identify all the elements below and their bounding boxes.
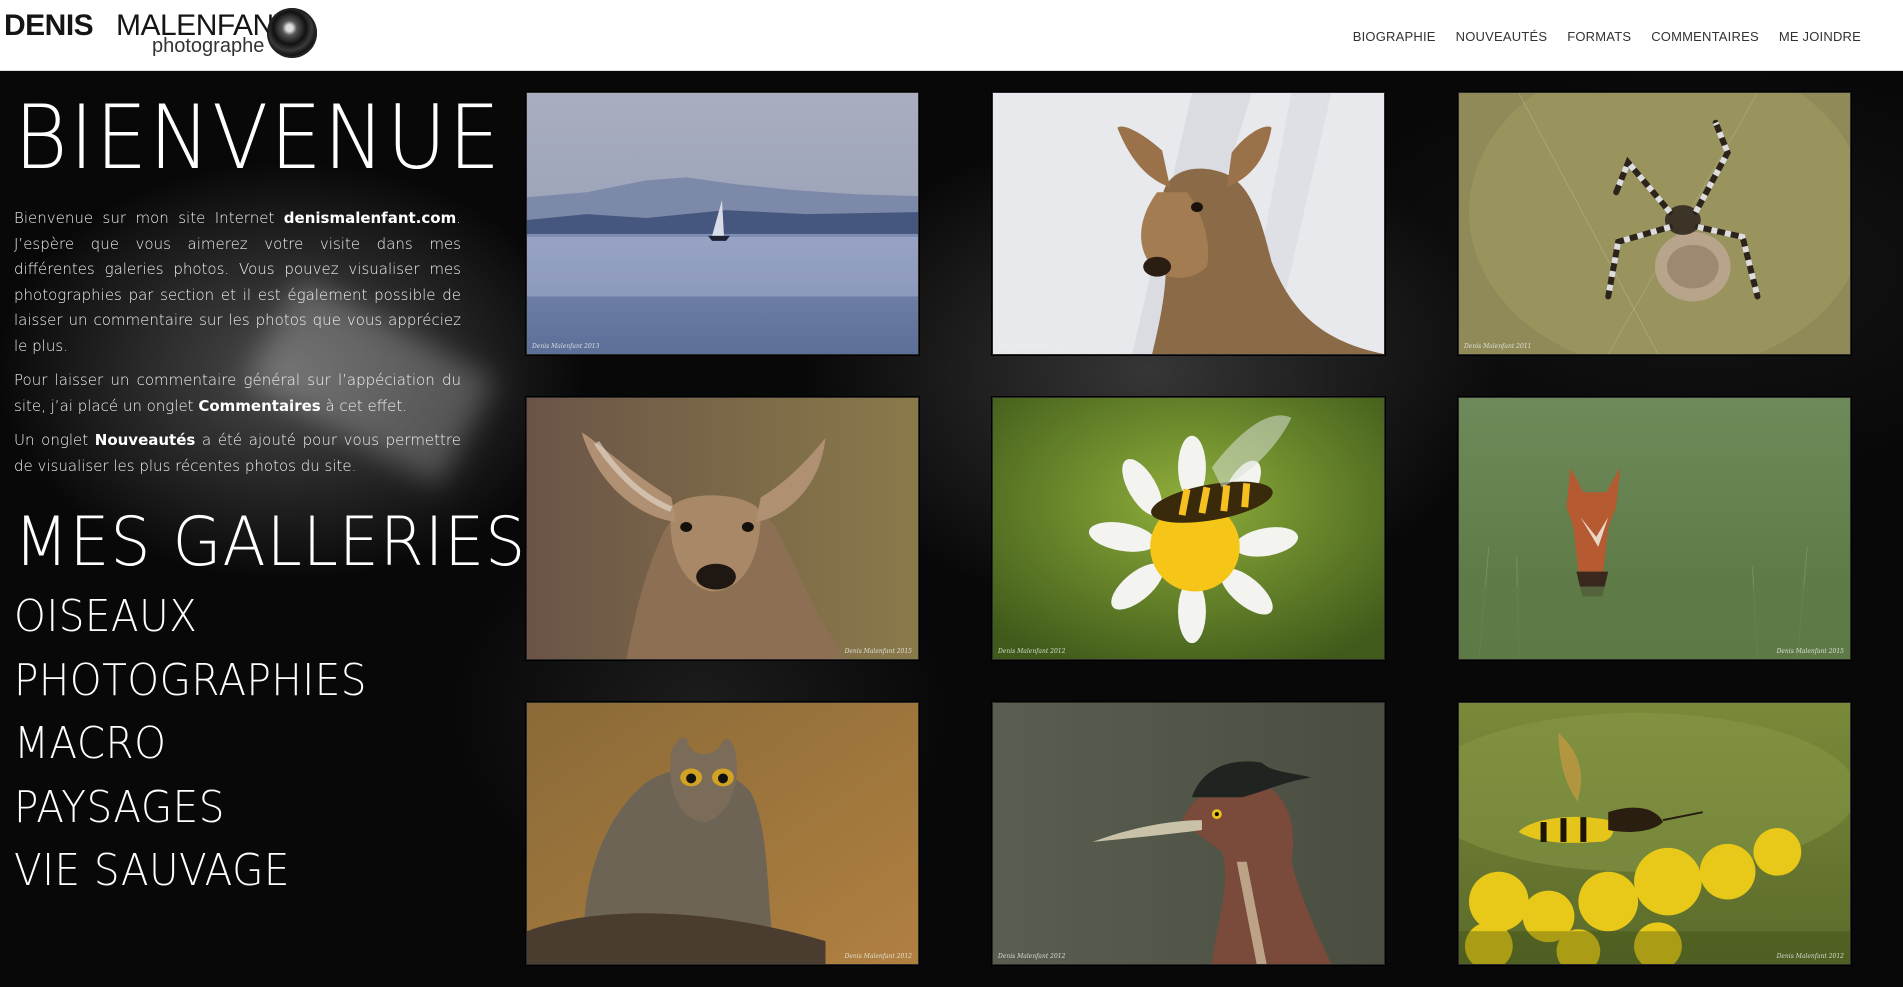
sailboat-image (527, 93, 918, 354)
gallery-link-photographies[interactable]: PHOTOGRAPHIES (14, 649, 425, 713)
logo-subtitle: photographe (152, 35, 265, 57)
photo-deer[interactable]: Denis Malenfant 2015 (525, 396, 920, 661)
gallery-link-oiseaux[interactable]: OISEAUX (14, 585, 425, 649)
nav-commentaires[interactable]: COMMENTAIRES (1651, 29, 1759, 44)
photo-signature: Denis Malenfant 2011 (1464, 343, 1532, 350)
galleries-title: MES GALLERIES (14, 503, 527, 582)
intro-text: Un onglet (14, 431, 95, 449)
photo-signature: Denis Malenfant 2015 (844, 648, 912, 655)
camera-lens-icon (267, 8, 317, 58)
photo-hoverfly-daisy[interactable]: Denis Malenfant 2012 (991, 396, 1386, 661)
photo-signature: Denis Malenfant 2012 (998, 953, 1066, 960)
intro-text: Bienvenue sur mon site Internet (14, 209, 284, 227)
spider-image (1459, 93, 1850, 354)
intro-paragraph-3: Un onglet Nouveautés a été ajouté pour v… (14, 428, 461, 479)
welcome-section: BIENVENUE Bienvenue sur mon site Interne… (14, 86, 527, 903)
commentaires-link[interactable]: Commentaires (198, 397, 320, 415)
welcome-text: Bienvenue sur mon site Internet denismal… (14, 206, 461, 479)
photo-signature: Denis Malenfant 2015 (1776, 648, 1844, 655)
owl-image (527, 703, 918, 964)
photo-signature: Denis Malenfant 2013 (532, 343, 600, 350)
welcome-title: BIENVENUE (14, 86, 502, 189)
wasp-image (1459, 703, 1850, 964)
photo-sailboat-lake[interactable]: Denis Malenfant 2013 (525, 91, 920, 356)
fox-image (1459, 398, 1850, 659)
photo-signature: Denis Malenfant 2016 (998, 343, 1066, 350)
photo-signature: Denis Malenfant 2012 (998, 648, 1066, 655)
site-header: DENIS MALENFANT photographe BIOGRAPHIE N… (0, 0, 1903, 71)
intro-paragraph-2: Pour laisser un commentaire général sur … (14, 368, 461, 419)
nav-nouveautes[interactable]: NOUVEAUTÉS (1456, 29, 1548, 44)
photo-green-heron[interactable]: Denis Malenfant 2012 (991, 701, 1386, 966)
photo-signature: Denis Malenfant 2012 (1776, 953, 1844, 960)
site-name: denismalenfant.com (283, 209, 457, 227)
site-logo[interactable]: DENIS MALENFANT photographe (4, 8, 324, 62)
main-nav: BIOGRAPHIE NOUVEAUTÉS FORMATS COMMENTAIR… (1333, 29, 1861, 44)
photo-fox[interactable]: Denis Malenfant 2015 (1457, 396, 1852, 661)
photo-fawn[interactable]: Denis Malenfant 2016 (991, 91, 1386, 356)
photo-spider[interactable]: Denis Malenfant 2011 (1457, 91, 1852, 356)
hoverfly-image (993, 398, 1384, 659)
gallery-link-vie-sauvage[interactable]: VIE SAUVAGE (14, 839, 425, 903)
photo-signature: Denis Malenfant 2012 (844, 953, 912, 960)
nouveautes-link[interactable]: Nouveautés (95, 431, 196, 449)
photo-wasp-goldenrod[interactable]: Denis Malenfant 2012 (1457, 701, 1852, 966)
logo-name-bold: DENIS (4, 9, 94, 42)
gallery-link-paysages[interactable]: PAYSAGES (14, 776, 425, 840)
intro-paragraph-1: Bienvenue sur mon site Internet denismal… (14, 206, 461, 359)
photo-great-horned-owl[interactable]: Denis Malenfant 2012 (525, 701, 920, 966)
fawn-image (993, 93, 1384, 354)
intro-text: à cet effet. (320, 396, 407, 415)
nav-biographie[interactable]: BIOGRAPHIE (1353, 29, 1436, 44)
intro-text: . J’espère que vous aimerez votre visite… (14, 209, 461, 355)
deer-image (527, 398, 918, 659)
gallery-link-macro[interactable]: MACRO (14, 712, 425, 776)
nav-me-joindre[interactable]: ME JOINDRE (1779, 29, 1861, 44)
nav-formats[interactable]: FORMATS (1567, 29, 1631, 44)
heron-image (993, 703, 1384, 964)
